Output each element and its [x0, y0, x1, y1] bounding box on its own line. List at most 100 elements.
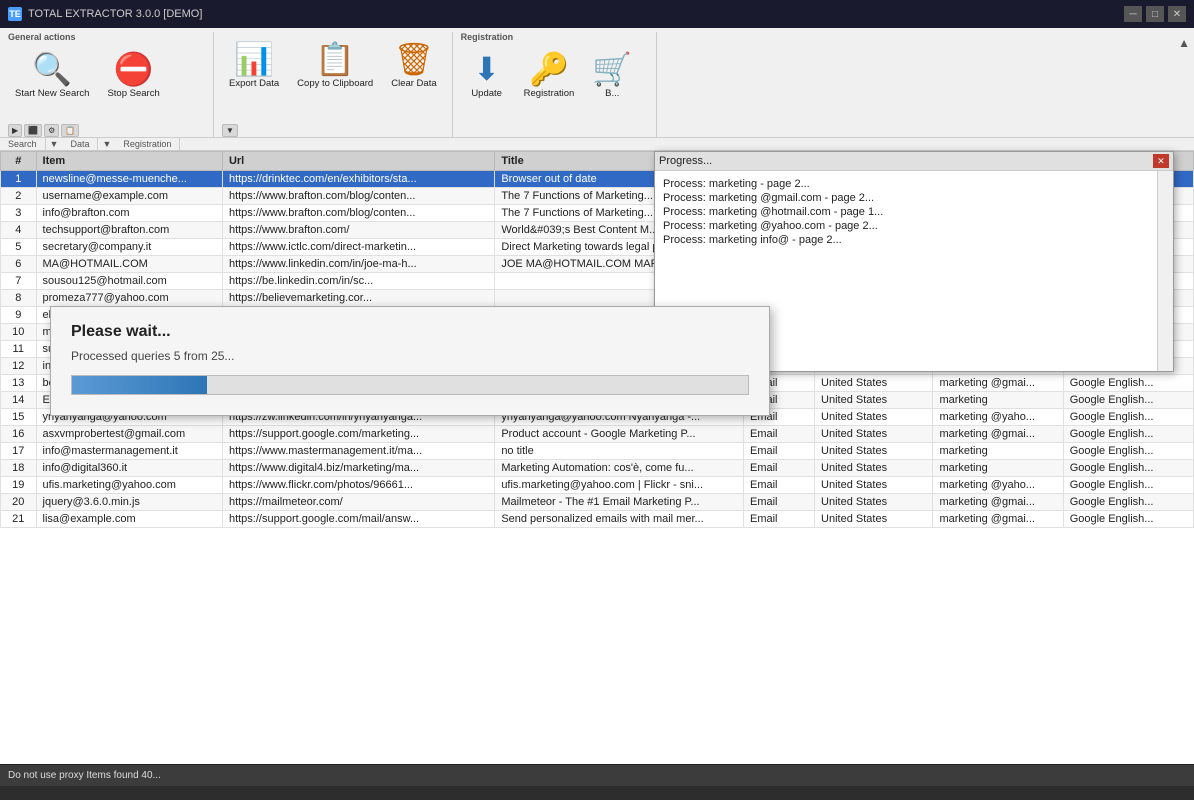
table-cell: https://www.brafton.com/blog/conten... [222, 205, 494, 222]
table-row[interactable]: 20jquery@3.6.0.min.jshttps://mailmeteor.… [1, 494, 1194, 511]
search-icon: 🔍 [32, 53, 72, 85]
table-cell: Google English... [1063, 460, 1193, 477]
progress-close-button[interactable]: ✕ [1153, 154, 1169, 168]
table-cell: https://be.linkedin.com/in/sc... [222, 273, 494, 290]
table-cell: 20 [1, 494, 37, 511]
update-button[interactable]: ⬇ Update [461, 48, 513, 104]
table-row[interactable]: 16asxvmprobertest@gmail.comhttps://suppo… [1, 426, 1194, 443]
small-btn-2[interactable]: ⬛ [24, 124, 42, 137]
window-controls: ─ □ ✕ [1124, 6, 1186, 22]
copy-clipboard-button[interactable]: 📋 Copy to Clipboard [290, 38, 380, 94]
data-buttons: 📊 Export Data 📋 Copy to Clipboard 🗑 Clea… [222, 34, 444, 123]
main-content: # Item Url Title Type Location Query Eng… [0, 151, 1194, 764]
table-cell: marketing @gmai... [933, 494, 1063, 511]
data-small-btns: ▼ [222, 124, 238, 137]
table-cell: United States [815, 477, 933, 494]
start-new-search-button[interactable]: 🔍 Start New Search [8, 48, 96, 104]
stop-search-button[interactable]: ⛔ Stop Search [100, 48, 166, 104]
title-bar: TE TOTAL EXTRACTOR 3.0.0 [DEMO] ─ □ ✕ [0, 0, 1194, 28]
table-cell: United States [815, 460, 933, 477]
table-cell: 17 [1, 443, 37, 460]
table-cell: Google English... [1063, 409, 1193, 426]
key-icon: 🔑 [529, 53, 569, 85]
table-cell: Google English... [1063, 494, 1193, 511]
app-title: TOTAL EXTRACTOR 3.0.0 [DEMO] [28, 8, 202, 20]
wait-dialog: Please wait... Processed queries 5 from … [50, 306, 770, 416]
export-data-button[interactable]: 📊 Export Data [222, 38, 286, 94]
table-cell: marketing [933, 392, 1063, 409]
table-cell: marketing @yaho... [933, 477, 1063, 494]
table-cell: Product account - Google Marketing P... [495, 426, 744, 443]
table-cell: Mailmeteor - The #1 Email Marketing P... [495, 494, 744, 511]
data-label: Data [62, 138, 98, 150]
col-header-item: Item [36, 152, 222, 171]
stop-search-label: Stop Search [107, 88, 159, 99]
buy-button[interactable]: 🛒 B... [585, 48, 639, 104]
table-cell: Google English... [1063, 477, 1193, 494]
registration-group-label: Registration [461, 32, 514, 42]
small-btn-4[interactable]: 📋 [61, 124, 79, 137]
update-label: Update [471, 88, 502, 99]
table-cell: info@mastermanagement.it [36, 443, 222, 460]
progress-line: Process: marketing @gmail.com - page 2..… [663, 191, 1165, 205]
general-actions-buttons: 🔍 Start New Search ⛔ Stop Search [8, 44, 167, 123]
table-row[interactable]: 18info@digital360.ithttps://www.digital4… [1, 460, 1194, 477]
table-row[interactable]: 21lisa@example.comhttps://support.google… [1, 511, 1194, 528]
table-cell: https://www.mastermanagement.it/ma... [222, 443, 494, 460]
col-header-num: # [1, 152, 37, 171]
search-filter-icon: ▼ [46, 138, 63, 150]
search-label: Search [0, 138, 46, 150]
table-cell: 15 [1, 409, 37, 426]
progress-line: Process: marketing info@ - page 2... [663, 233, 1165, 247]
wait-progress-fill [72, 376, 207, 394]
progress-line: Process: marketing @hotmail.com - page 1… [663, 205, 1165, 219]
registration-buttons: ⬇ Update 🔑 Registration 🛒 B... [461, 44, 640, 137]
ribbon-collapse: ▲ [1178, 32, 1190, 137]
table-cell: marketing @yaho... [933, 409, 1063, 426]
app-icon: TE [8, 7, 22, 21]
table-cell: 14 [1, 392, 37, 409]
start-new-search-label: Start New Search [15, 88, 89, 99]
table-cell: Google English... [1063, 511, 1193, 528]
table-cell: Email [743, 494, 814, 511]
table-cell: https://www.brafton.com/blog/conten... [222, 188, 494, 205]
col-header-url: Url [222, 152, 494, 171]
table-cell: https://www.ictlc.com/direct-marketin... [222, 239, 494, 256]
minimize-button[interactable]: ─ [1124, 6, 1142, 22]
registration-button[interactable]: 🔑 Registration [517, 48, 582, 104]
table-cell: 8 [1, 290, 37, 307]
ribbon-group-registration: Registration ⬇ Update 🔑 Registration 🛒 B… [457, 32, 657, 137]
progress-scrollbar[interactable] [1157, 171, 1173, 371]
table-cell: Email [743, 460, 814, 477]
table-cell: marketing [933, 443, 1063, 460]
table-row[interactable]: 19ufis.marketing@yahoo.comhttps://www.fl… [1, 477, 1194, 494]
table-cell: lisa@example.com [36, 511, 222, 528]
table-cell: marketing @gmai... [933, 426, 1063, 443]
table-cell: asxvmprobertest@gmail.com [36, 426, 222, 443]
table-row[interactable]: 17info@mastermanagement.ithttps://www.ma… [1, 443, 1194, 460]
maximize-button[interactable]: □ [1146, 6, 1164, 22]
table-cell: ufis.marketing@yahoo.com | Flickr - sni.… [495, 477, 744, 494]
table-cell: https://www.flickr.com/photos/96661... [222, 477, 494, 494]
small-btn-1[interactable]: ▶ [8, 124, 22, 137]
ribbon-collapse-button[interactable]: ▲ [1178, 36, 1190, 50]
table-cell: info@digital360.it [36, 460, 222, 477]
stop-icon: ⛔ [114, 53, 154, 85]
table-cell: marketing @gmai... [933, 511, 1063, 528]
table-cell: 10 [1, 324, 37, 341]
table-cell: 19 [1, 477, 37, 494]
table-cell: ufis.marketing@yahoo.com [36, 477, 222, 494]
data-small-btn-funnel[interactable]: ▼ [222, 124, 238, 137]
registration-label: Registration [115, 138, 180, 150]
clear-data-button[interactable]: 🗑 Clear Data [384, 38, 443, 94]
table-cell: 3 [1, 205, 37, 222]
table-cell: Google English... [1063, 375, 1193, 392]
small-btn-3[interactable]: ⚙ [44, 124, 59, 137]
title-bar-left: TE TOTAL EXTRACTOR 3.0.0 [DEMO] [8, 7, 202, 21]
wait-title: Please wait... [71, 323, 749, 341]
table-cell: marketing @gmai... [933, 375, 1063, 392]
clear-data-label: Clear Data [391, 78, 436, 89]
close-button[interactable]: ✕ [1168, 6, 1186, 22]
table-cell: Email [743, 477, 814, 494]
progress-header: Progress... ✕ [655, 152, 1173, 171]
